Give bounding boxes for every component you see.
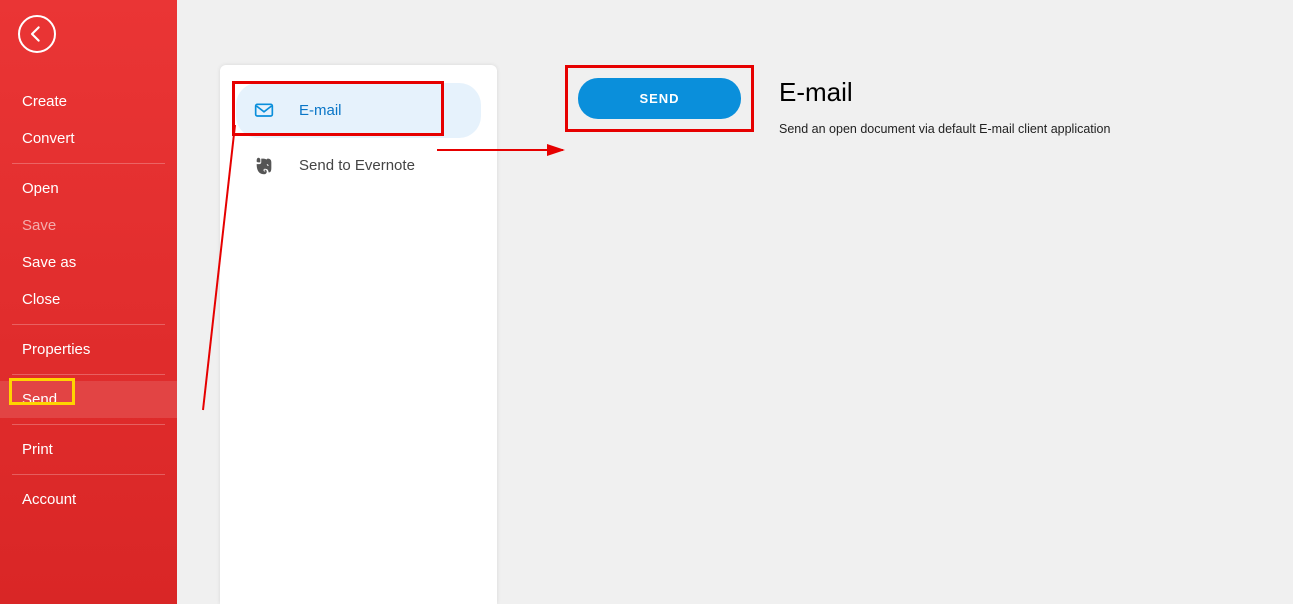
- divider: [12, 424, 165, 425]
- divider: [12, 474, 165, 475]
- divider: [12, 163, 165, 164]
- sidebar-menu: Create Convert Open Save Save as Close P…: [0, 83, 177, 518]
- back-button[interactable]: [18, 15, 56, 53]
- backstage-sidebar: Create Convert Open Save Save as Close P…: [0, 0, 177, 604]
- detail-description: Send an open document via default E-mail…: [779, 122, 1110, 136]
- sidebar-item-send[interactable]: Send: [0, 381, 177, 418]
- sidebar-item-close[interactable]: Close: [0, 281, 177, 318]
- mail-icon: [251, 98, 277, 124]
- send-button[interactable]: SEND: [578, 78, 741, 119]
- sidebar-item-open[interactable]: Open: [0, 170, 177, 207]
- sidebar-item-properties[interactable]: Properties: [0, 331, 177, 368]
- detail-title: E-mail: [779, 77, 1110, 108]
- sidebar-item-print[interactable]: Print: [0, 431, 177, 468]
- divider: [12, 374, 165, 375]
- arrow-left-icon: [27, 24, 47, 44]
- option-label: Send to Evernote: [299, 157, 415, 174]
- option-email[interactable]: E-mail: [236, 83, 481, 138]
- sidebar-item-account[interactable]: Account: [0, 481, 177, 518]
- sidebar-item-save: Save: [0, 207, 177, 244]
- divider: [12, 324, 165, 325]
- send-options-panel: E-mail Send to Evernote: [220, 65, 497, 604]
- send-detail-area: SEND E-mail Send an open document via de…: [497, 0, 1293, 604]
- sidebar-item-save-as[interactable]: Save as: [0, 244, 177, 281]
- evernote-icon: [251, 153, 277, 179]
- sidebar-item-create[interactable]: Create: [0, 83, 177, 120]
- option-evernote[interactable]: Send to Evernote: [236, 138, 481, 193]
- option-label: E-mail: [299, 102, 342, 119]
- sidebar-item-convert[interactable]: Convert: [0, 120, 177, 157]
